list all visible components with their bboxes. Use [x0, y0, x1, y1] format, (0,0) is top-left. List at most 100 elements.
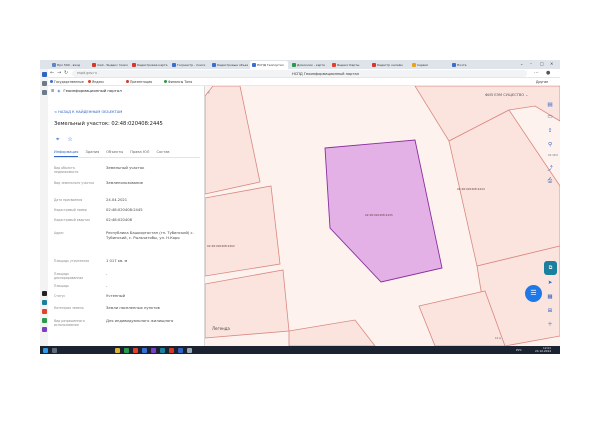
- panel-tab[interactable]: Здания: [85, 150, 99, 157]
- app-icon[interactable]: [41, 327, 47, 332]
- attribute-label: Категория земель: [54, 306, 84, 310]
- layer-select[interactable]: ФИЗ ЕЭМ СУЩЕСТВО ⌄: [485, 93, 528, 97]
- os-side-bar: [40, 69, 48, 346]
- print-icon[interactable]: ⎙: [546, 177, 554, 185]
- attribute-value: Земельный участок: [106, 166, 145, 170]
- parcel-boundary: [205, 185, 281, 277]
- layers-icon[interactable]: ▤: [546, 101, 554, 109]
- scale-bar-label: 10 м: [495, 337, 502, 340]
- reload-icon[interactable]: ↻: [64, 70, 68, 76]
- tab-favicon-icon: [412, 63, 416, 67]
- clock[interactable]: 12:01 24.10.2024: [535, 347, 551, 353]
- browser-tab[interactable]: Кадастр онлайн: [370, 61, 408, 69]
- panel-tab[interactable]: Объекты: [106, 150, 123, 157]
- attribute-value: -: [106, 272, 108, 276]
- fullscreen-icon[interactable]: ▭: [546, 113, 554, 121]
- taskbar-app-icon[interactable]: [115, 347, 120, 353]
- collapse-panel-icon[interactable]: «: [207, 90, 210, 96]
- bookmark-item[interactable]: Яндекс: [88, 80, 104, 84]
- object-info-panel: ☰ ◈ Геоинформационный портал < НАЗАД К Н…: [48, 86, 205, 346]
- back-to-results-link[interactable]: < НАЗАД К НАЙДЕННЫМ ОБЪЕКТАМ: [54, 110, 122, 114]
- plus-icon[interactable]: ＋: [546, 321, 554, 329]
- browser-tab[interactable]: Кадастровые объекты: [210, 61, 248, 69]
- bookmark-item[interactable]: Государственные: [50, 80, 84, 84]
- address-bar[interactable]: nspd.gov.ru НСПД Геоинформационный порта…: [72, 70, 527, 77]
- grid-icon[interactable]: ⊞: [546, 307, 554, 315]
- app-icon[interactable]: [41, 291, 47, 296]
- app-icon[interactable]: [41, 309, 47, 314]
- app-icon[interactable]: [41, 72, 47, 77]
- taskbar-app-icon[interactable]: [52, 347, 57, 353]
- parcel-label: 02:48:020408:2444: [457, 187, 485, 191]
- navigation-bar: ← → ↻ nspd.gov.ru НСПД Геоинформационный…: [40, 69, 560, 78]
- panel-tab[interactable]: Права ЮЛ: [130, 150, 149, 157]
- navigation-icon[interactable]: ➤: [546, 279, 554, 287]
- extensions-icon[interactable]: ⋯: [534, 70, 539, 76]
- bookmark-other[interactable]: Другие: [536, 80, 548, 84]
- browser-tab[interactable]: Домоклик - карта: [290, 61, 328, 69]
- taskbar-app-icon[interactable]: [160, 347, 165, 353]
- browser-tab[interactable]: НСПД Геопортал: [250, 61, 288, 69]
- menu-icon[interactable]: ☰: [51, 88, 54, 93]
- back-icon[interactable]: ←: [50, 70, 54, 76]
- taskbar-app-icon[interactable]: [124, 347, 129, 353]
- close-window-icon[interactable]: ✕: [550, 61, 553, 66]
- attribute-value: -: [106, 284, 108, 288]
- bookmark-item[interactable]: Финансы Тоня: [164, 80, 192, 84]
- app-icon[interactable]: [41, 318, 47, 323]
- browser-tab[interactable]: Про 500 - вход: [50, 61, 88, 69]
- link-icon[interactable]: ⚲: [546, 141, 554, 149]
- panel-tab[interactable]: Информация: [54, 150, 79, 157]
- browser-tab[interactable]: mail - Яндекс поиск: [90, 61, 128, 69]
- screenshot-canvas: Про 500 - вход mail - Яндекс поиск Кадастр…: [0, 0, 600, 424]
- locate-icon[interactable]: ⌖: [56, 136, 59, 144]
- tab-label: Кадастр онлайн: [377, 63, 403, 67]
- measure-icon[interactable]: ▦: [546, 293, 554, 301]
- taskbar-app-icon[interactable]: [178, 347, 183, 353]
- maximize-icon[interactable]: □: [540, 61, 544, 66]
- panel-tab[interactable]: Состав: [156, 150, 169, 157]
- assistant-badge[interactable]: ⧉: [544, 261, 557, 275]
- attribute-label: Площадь уточненная: [54, 259, 90, 263]
- browser-tab[interactable]: Кадастровая карта: [130, 61, 168, 69]
- panel-tabs: Информация Здания Объекты Права ЮЛ Состав: [54, 150, 200, 158]
- tab-favicon-icon: [52, 63, 56, 67]
- browser-tab[interactable]: Госреестр - поиск: [170, 61, 208, 69]
- taskbar-app-icon[interactable]: [142, 347, 147, 353]
- minimize-icon[interactable]: –: [530, 61, 532, 66]
- taskbar-app-icon[interactable]: [187, 347, 192, 353]
- share-icon[interactable]: ⤴: [546, 165, 554, 173]
- profile-icon[interactable]: ●: [546, 70, 550, 76]
- taskbar-app-icon[interactable]: [151, 347, 156, 353]
- input-language[interactable]: РУС: [516, 348, 522, 352]
- tab-favicon-icon: [452, 63, 456, 67]
- bookmark-label: Яндекс: [92, 79, 105, 84]
- bookmark-item[interactable]: Презентация: [126, 80, 152, 84]
- start-icon[interactable]: [43, 347, 48, 353]
- app-icon[interactable]: [41, 90, 47, 95]
- star-icon[interactable]: ☆: [67, 136, 72, 144]
- attribute-value: 02:48:020408:2445: [106, 208, 143, 212]
- browser-tab[interactable]: Сервис: [410, 61, 448, 69]
- browser-tab[interactable]: Яндекс Карты: [330, 61, 368, 69]
- panel-header-title: Геоинформационный портал: [63, 88, 122, 93]
- object-title: Земельный участок: 02:48:020408:2445: [54, 121, 163, 127]
- url-text: nspd.gov.ru: [77, 71, 97, 75]
- attribute-value: 24.04.2021: [106, 198, 128, 202]
- window-menu-icon[interactable]: ⌄: [520, 61, 523, 66]
- taskbar-app-icon[interactable]: [133, 347, 138, 353]
- browser-window: Про 500 - вход mail - Яндекс поиск Кадастр…: [40, 60, 560, 354]
- taskbar-app-icon[interactable]: [169, 347, 174, 353]
- cadastral-map[interactable]: 02:48:020408:2445 02:48:020408:2444 02:4…: [205, 86, 560, 346]
- tab-label: Про 500 - вход: [57, 63, 81, 67]
- app-icon[interactable]: [41, 81, 47, 86]
- attribute-value: 02:48:020408: [106, 218, 132, 222]
- browser-tab[interactable]: Почта: [450, 61, 488, 69]
- share-icon[interactable]: ⇪: [546, 127, 554, 135]
- attribute-value: Учтенный: [106, 294, 125, 298]
- parcel-boundary: [205, 86, 261, 195]
- app-icon[interactable]: [41, 300, 47, 305]
- chat-button[interactable]: ☰: [525, 285, 542, 302]
- forward-icon[interactable]: →: [57, 70, 61, 76]
- legend-button[interactable]: Легенда: [212, 326, 230, 331]
